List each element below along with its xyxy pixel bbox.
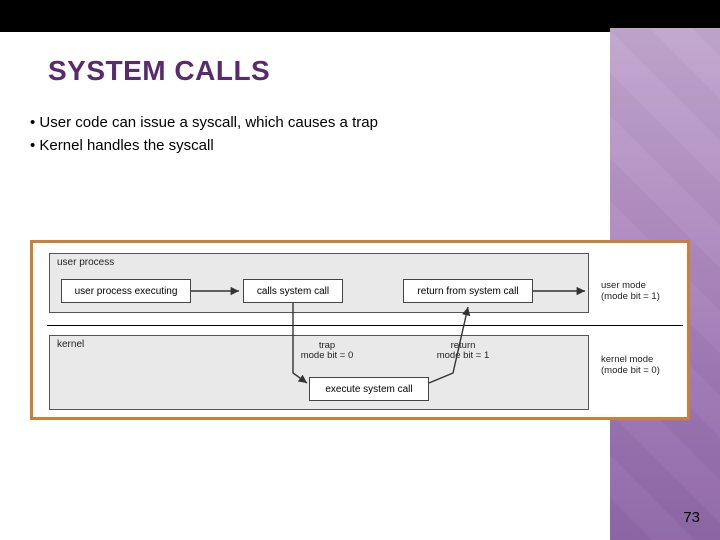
return-label-line2: mode bit = 1: [437, 350, 490, 361]
return-label: return mode bit = 1: [423, 341, 503, 362]
box-user-call: calls system call: [243, 279, 343, 303]
trap-label: trap mode bit = 0: [287, 341, 367, 362]
page-number: 73: [683, 509, 700, 526]
mode-separator: [47, 325, 683, 326]
slide-title: SYSTEM CALLS: [48, 55, 270, 87]
return-label-line1: return: [451, 340, 476, 351]
bullet-list: User code can issue a syscall, which cau…: [30, 112, 378, 158]
kernel-mode-line1: kernel mode: [601, 354, 653, 365]
user-region-label: user process: [57, 257, 114, 268]
kernel-mode-label: kernel mode (mode bit = 0): [601, 355, 660, 377]
box-kernel-exec: execute system call: [309, 377, 429, 401]
bullet-item: User code can issue a syscall, which cau…: [30, 112, 378, 133]
kernel-mode-line2: (mode bit = 0): [601, 365, 660, 376]
bullet-item: Kernel handles the syscall: [30, 135, 378, 156]
kernel-region-label: kernel: [57, 339, 84, 350]
trap-label-line2: mode bit = 0: [301, 350, 354, 361]
user-mode-line1: user mode: [601, 280, 646, 291]
trap-label-line1: trap: [319, 340, 335, 351]
box-user-return: return from system call: [403, 279, 533, 303]
user-mode-line2: (mode bit = 1): [601, 291, 660, 302]
user-mode-label: user mode (mode bit = 1): [601, 281, 660, 303]
syscall-diagram: user process kernel user process executi…: [30, 240, 690, 420]
box-user-exec: user process executing: [61, 279, 191, 303]
